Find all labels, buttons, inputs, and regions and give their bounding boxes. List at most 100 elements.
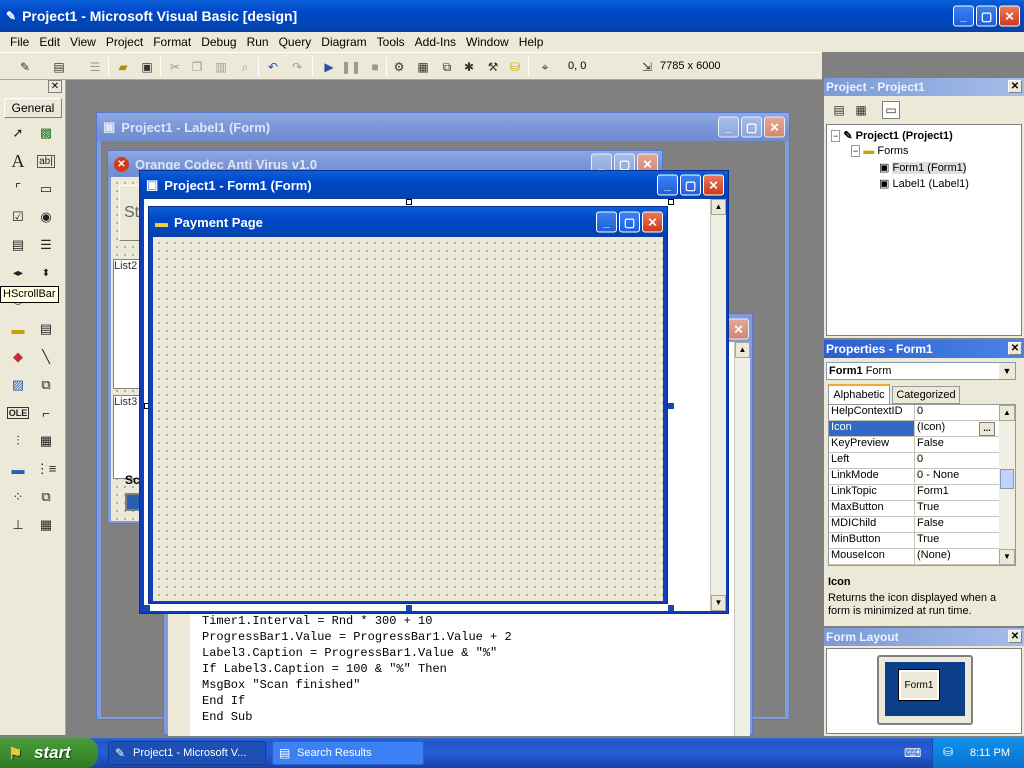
animation-icon[interactable]: ⌐ (35, 402, 57, 424)
payment-page-canvas[interactable] (153, 237, 663, 601)
property-row[interactable]: KeyPreview False (829, 437, 1015, 453)
close-icon[interactable]: ✕ (1008, 80, 1022, 93)
menu-format[interactable]: Format (148, 35, 196, 49)
grid-icon[interactable]: ▦ (35, 514, 57, 536)
close-icon[interactable]: ✕ (703, 174, 724, 196)
menu-query[interactable]: Query (274, 35, 317, 49)
paste-icon[interactable]: ▥ (212, 58, 230, 76)
resize-handle[interactable] (406, 199, 412, 205)
resize-handle[interactable] (668, 605, 674, 611)
label1-form-title-bar[interactable]: ▣ Project1 - Label1 (Form) _ ▢ ✕ (97, 113, 789, 141)
shape-icon[interactable]: ◆ (7, 346, 29, 368)
frame-icon[interactable]: ⌜ (7, 178, 29, 200)
form-layout-title-bar[interactable]: Form Layout ✕ (824, 628, 1024, 646)
menu-file[interactable]: File (0, 35, 34, 49)
close-icon[interactable]: ✕ (1008, 342, 1022, 355)
start-icon[interactable]: ▶ (320, 58, 338, 76)
property-row[interactable]: LinkTopic Form1 (829, 485, 1015, 501)
copy-icon[interactable]: ❐ (188, 58, 206, 76)
checkbox-icon[interactable]: ☑ (7, 206, 29, 228)
menu-diagram[interactable]: Diagram (316, 35, 371, 49)
add-project-icon[interactable]: ✎ (16, 58, 34, 76)
tree-node-project[interactable]: − ✎ Project1 (Project1) (831, 129, 953, 142)
slider-icon[interactable]: ⫶ (7, 430, 29, 452)
menu-window[interactable]: Window (461, 35, 514, 49)
break-icon[interactable]: ❚❚ (341, 58, 361, 76)
label-icon[interactable]: A (7, 150, 29, 172)
find-icon[interactable]: ⌕ (236, 58, 254, 76)
project-explorer-icon[interactable]: ⚙ (390, 58, 408, 76)
taskbar-item-vb[interactable]: ✎ Project1 - Microsoft V... (108, 741, 266, 765)
ole-icon[interactable]: OLE (6, 402, 30, 424)
minimize-icon[interactable]: _ (657, 174, 678, 196)
resize-handle[interactable] (668, 199, 674, 205)
end-icon[interactable]: ■ (366, 58, 384, 76)
object-selector[interactable]: Form1 Form ▼ (826, 362, 1016, 380)
undo-icon[interactable]: ↶ (264, 58, 282, 76)
listview-icon[interactable]: ⁘ (7, 486, 29, 508)
form1-designer-title-bar[interactable]: ▣ Project1 - Form1 (Form) _ ▢ ✕ (140, 171, 728, 199)
property-row[interactable]: MaxButton True (829, 501, 1015, 517)
properties-window-icon[interactable]: ▦ (414, 58, 432, 76)
close-icon[interactable]: ✕ (1008, 630, 1022, 643)
open-project-icon[interactable]: ▰ (114, 58, 132, 76)
ellipsis-button[interactable]: ... (979, 422, 995, 436)
listbox-icon[interactable]: ☰ (35, 234, 57, 256)
form1-vscrollbar[interactable]: ▲ ▼ (710, 199, 726, 611)
menu-project[interactable]: Project (101, 35, 148, 49)
properties-panel-title-bar[interactable]: Properties - Form1 ✕ (824, 340, 1024, 358)
form-layout-form-preview[interactable]: Form1 (898, 669, 940, 701)
treeview-icon[interactable]: ▦ (35, 430, 57, 452)
tree-node-forms[interactable]: − ▬ Forms (851, 145, 909, 157)
menu-addins[interactable]: Add-Ins (410, 35, 461, 49)
drivelistbox-icon[interactable]: ▬ (7, 318, 29, 340)
property-row[interactable]: HelpContextID 0 (829, 405, 1015, 421)
property-row[interactable]: LinkMode 0 - None (829, 469, 1015, 485)
toolbox-general-tab[interactable]: General (4, 98, 62, 118)
data-icon[interactable]: ⧉ (35, 374, 57, 396)
save-project-icon[interactable]: ▣ (138, 58, 156, 76)
maximize-icon[interactable]: ▢ (619, 211, 640, 233)
data-view-icon[interactable]: ⛁ (506, 58, 524, 76)
start-button[interactable]: ⚑ start (0, 738, 98, 768)
maximize-icon[interactable]: ▢ (680, 174, 701, 196)
picturebox-icon[interactable]: ▩ (35, 122, 57, 144)
progressbar-icon[interactable]: ▬ (7, 458, 29, 480)
minimize-icon[interactable]: _ (596, 211, 617, 233)
optionbutton-icon[interactable]: ◉ (35, 206, 57, 228)
toggle-folders-icon[interactable]: ▭ (882, 101, 900, 119)
project-panel-title-bar[interactable]: Project - Project1 ✕ (824, 78, 1024, 96)
close-icon[interactable]: ✕ (764, 116, 785, 138)
combobox-icon[interactable]: ▤ (7, 234, 29, 256)
menu-run[interactable]: Run (242, 35, 274, 49)
property-row[interactable]: MouseIcon (None) (829, 549, 1015, 565)
minimize-icon[interactable]: _ (718, 116, 739, 138)
chevron-down-icon[interactable]: ▼ (999, 363, 1015, 379)
menu-debug[interactable]: Debug (196, 35, 241, 49)
tab-categorized[interactable]: Categorized (892, 386, 960, 404)
toolbox-icon[interactable]: ⚒ (484, 58, 502, 76)
code-vscrollbar[interactable]: ▲ (734, 342, 750, 736)
payment-page-title-bar[interactable]: ▬ Payment Page _ ▢ ✕ (149, 207, 667, 237)
keyboard-icon[interactable]: ⌨ (904, 746, 921, 760)
app-title-bar[interactable]: ✎ Project1 - Microsoft Visual Basic [des… (0, 0, 1024, 32)
view-code-icon[interactable]: ▤ (830, 101, 848, 119)
object-browser-icon[interactable]: ✱ (460, 58, 478, 76)
redo-icon[interactable]: ↷ (288, 58, 306, 76)
taskbar-item-search[interactable]: ▤ Search Results (272, 741, 424, 765)
payment-page-form[interactable]: ▬ Payment Page _ ▢ ✕ (148, 206, 668, 604)
minimize-icon[interactable]: _ (953, 5, 974, 27)
maximize-icon[interactable]: ▢ (741, 116, 762, 138)
vscrollbar-icon[interactable]: ⬍ (35, 262, 57, 284)
add-form-icon[interactable]: ▤ (50, 58, 68, 76)
textbox-icon[interactable]: ab| (35, 150, 57, 172)
filelistbox-icon[interactable]: ▤ (35, 318, 57, 340)
property-row[interactable]: Left 0 (829, 453, 1015, 469)
menu-help[interactable]: Help (514, 35, 549, 49)
toolbox-close-button[interactable]: ✕ (48, 80, 62, 93)
close-icon[interactable]: ✕ (999, 5, 1020, 27)
view-object-icon[interactable]: ▦ (852, 101, 870, 119)
tab-alphabetic[interactable]: Alphabetic (828, 384, 890, 404)
resize-handle[interactable] (144, 605, 150, 611)
property-row[interactable]: MinButton True (829, 533, 1015, 549)
